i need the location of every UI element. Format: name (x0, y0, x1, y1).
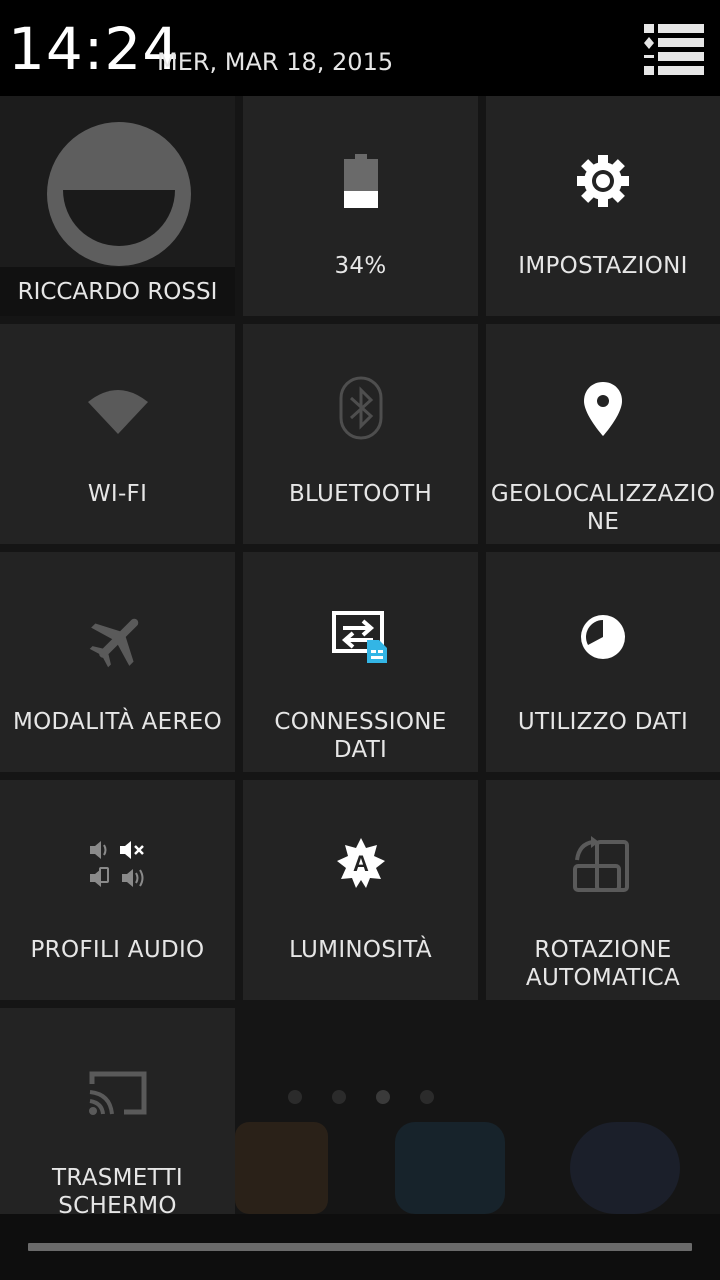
brightness-tile[interactable]: A LUMINOSITÀ (243, 780, 478, 1000)
cast-label-line2: SCHERMO (58, 1193, 177, 1214)
clock: 14:24 (8, 15, 181, 83)
list-settings-icon[interactable] (640, 18, 708, 78)
data-usage-icon (580, 614, 626, 664)
wifi-tile[interactable]: WI-FI (0, 324, 235, 544)
settings-tile[interactable]: IMPOSTAZIONI (486, 96, 720, 316)
default-avatar-icon (47, 122, 191, 266)
audio-profiles-label: PROFILI AUDIO (30, 937, 205, 963)
bluetooth-label: BLUETOOTH (288, 481, 433, 507)
bluetooth-tile[interactable]: BLUETOOTH (243, 324, 478, 544)
auto-rotate-icon (573, 836, 633, 898)
user-name: RICCARDO ROSSI (17, 279, 218, 305)
background-app-icon (570, 1122, 680, 1214)
mobile-data-icon (331, 610, 391, 668)
wifi-icon (86, 388, 150, 440)
svg-text:A: A (353, 851, 369, 876)
wifi-label: WI-FI (87, 481, 148, 507)
airplane-label: MODALITÀ AEREO (13, 709, 222, 735)
brightness-label: LUMINOSITÀ (289, 937, 432, 963)
background-app-icon (395, 1122, 505, 1214)
battery-label: 34% (334, 253, 387, 279)
cast-screen-tile[interactable]: TRASMETTI SCHERMO (0, 1008, 235, 1214)
location-label-line1: GEOLOCALIZZAZIO (490, 481, 716, 507)
data-usage-label: UTILIZZO DATI (517, 709, 689, 735)
location-label-line2: NE (586, 509, 620, 535)
status-bar: 14:24 MER, MAR 18, 2015 (0, 0, 720, 96)
cast-label-line1: TRASMETTI (52, 1165, 183, 1191)
battery-tile[interactable]: 34% (243, 96, 478, 316)
battery-icon (343, 154, 378, 212)
audio-profiles-tile[interactable]: PROFILI AUDIO (0, 780, 235, 1000)
mobile-data-label-line1: CONNESSIONE (274, 709, 447, 735)
page-indicator (280, 1090, 440, 1106)
airplane-icon (89, 610, 147, 672)
date: MER, MAR 18, 2015 (157, 48, 394, 76)
background-app-icon (235, 1122, 328, 1214)
location-pin-icon (583, 382, 623, 442)
auto-rotate-label-line2: AUTOMATICA (525, 965, 681, 991)
auto-rotate-label-line1: ROTAZIONE (534, 937, 672, 963)
gear-icon (576, 154, 630, 212)
auto-rotate-tile[interactable]: ROTAZIONE AUTOMATICA (486, 780, 720, 1000)
brightness-auto-icon: A (336, 838, 386, 892)
audio-profiles-icon (88, 838, 148, 892)
user-tile[interactable]: RICCARDO ROSSI (0, 96, 235, 316)
settings-label: IMPOSTAZIONI (518, 253, 688, 279)
mobile-data-label-line2: DATI (333, 737, 388, 763)
data-usage-tile[interactable]: UTILIZZO DATI (486, 552, 720, 772)
drag-handle[interactable] (28, 1243, 692, 1251)
cast-icon (88, 1070, 148, 1120)
location-tile[interactable]: GEOLOCALIZZAZIO NE (486, 324, 720, 544)
bluetooth-icon (339, 376, 383, 444)
airplane-tile[interactable]: MODALITÀ AEREO (0, 552, 235, 772)
mobile-data-tile[interactable]: CONNESSIONE DATI (243, 552, 478, 772)
